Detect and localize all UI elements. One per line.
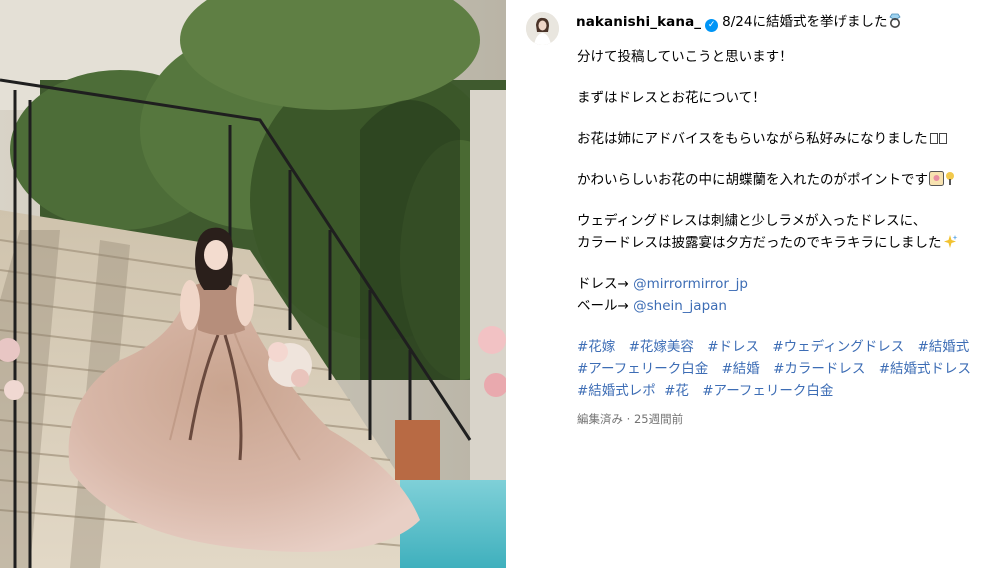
- hashtag-link[interactable]: #花嫁美容: [629, 339, 694, 355]
- avatar[interactable]: [526, 12, 559, 45]
- caption-panel: nakanishi_kana_ ✓ 8/24に結婚式を挙げました 分けて投稿していこ…: [506, 0, 1000, 568]
- username-link[interactable]: nakanishi_kana_: [576, 14, 701, 30]
- dress-label: ドレス→: [577, 276, 634, 292]
- caption-line: かわいらしいお花の中に胡蝶蘭を入れたのがポイントです: [577, 169, 1000, 191]
- ring-emoji-icon: [889, 13, 902, 28]
- flower-emoji-icon: [929, 171, 944, 186]
- post-title-text: 8/24に結婚式を挙げました: [722, 14, 888, 30]
- hashtag-link[interactable]: #カラードレス: [773, 361, 865, 377]
- veil-label: ベール→: [577, 298, 634, 314]
- hashtag-link[interactable]: #結婚式レポ: [577, 383, 656, 399]
- caption-line: まずはドレスとお花について！: [577, 90, 766, 106]
- hashtag-link[interactable]: #結婚式: [918, 339, 970, 355]
- caption-text: カラードレスは披露宴は夕方だったのでキラキラにしました: [577, 235, 942, 251]
- post-photo[interactable]: [0, 0, 506, 568]
- post-header: nakanishi_kana_ ✓ 8/24に結婚式を挙げました: [526, 10, 1000, 46]
- hashtag-link[interactable]: #花: [664, 383, 689, 399]
- post-header-line: nakanishi_kana_ ✓ 8/24に結婚式を挙げました: [576, 10, 902, 33]
- caption-line: カラードレスは披露宴は夕方だったのでキラキラにしました: [577, 232, 1000, 254]
- caption-line: ドレス→ @mirrormirror_jp: [577, 273, 1000, 295]
- caption-line: お花は姉にアドバイスをもらいながら私好みになりました: [577, 128, 1000, 150]
- mention-link-shein[interactable]: @shein_japan: [633, 298, 727, 314]
- hashtag-link[interactable]: #ドレス: [707, 339, 759, 355]
- hashtag-list: #花嫁 #花嫁美容 #ドレス #ウェディングドレス #結婚式 #アーフェリーク白…: [577, 336, 1000, 402]
- hashtag-link[interactable]: #アーフェリーク白金: [577, 361, 708, 377]
- post-meta: 編集済み · 25週間前: [577, 412, 684, 426]
- avatar-image: [526, 12, 559, 45]
- hashtag-link[interactable]: #花嫁: [577, 339, 615, 355]
- hashtag-link[interactable]: #結婚式ドレス: [879, 361, 971, 377]
- mention-link-mirrormirror[interactable]: @mirrormirror_jp: [633, 276, 748, 292]
- hashtag-link[interactable]: #結婚: [722, 361, 760, 377]
- caption-line: ウェディングドレスは刺繍と少しラメが入ったドレスに、: [577, 213, 927, 229]
- sparkles-emoji-icon: [943, 235, 957, 248]
- caption-text: かわいらしいお花の中に胡蝶蘭を入れたのがポイントです: [577, 172, 928, 188]
- verified-badge-icon: ✓: [705, 19, 719, 32]
- caption-text: お花は姉にアドバイスをもらいながら私好みになりました: [577, 131, 928, 147]
- missing-glyph-icon: [929, 133, 938, 144]
- sparkle-emoji-icon: [946, 172, 954, 185]
- hashtag-link[interactable]: #ウェディングドレス: [772, 339, 904, 355]
- caption-body: 分けて投稿していこうと思います！ まずはドレスとお花について！ お花は姉にアドバ…: [577, 46, 1000, 430]
- missing-glyph-icon: [938, 133, 947, 144]
- caption-line: ベール→ @shein_japan: [577, 295, 1000, 317]
- bride-photo-image: [0, 0, 506, 568]
- hashtag-link[interactable]: #アーフェリーク白金: [702, 383, 833, 399]
- caption-line: 分けて投稿していこうと思います！: [577, 49, 793, 65]
